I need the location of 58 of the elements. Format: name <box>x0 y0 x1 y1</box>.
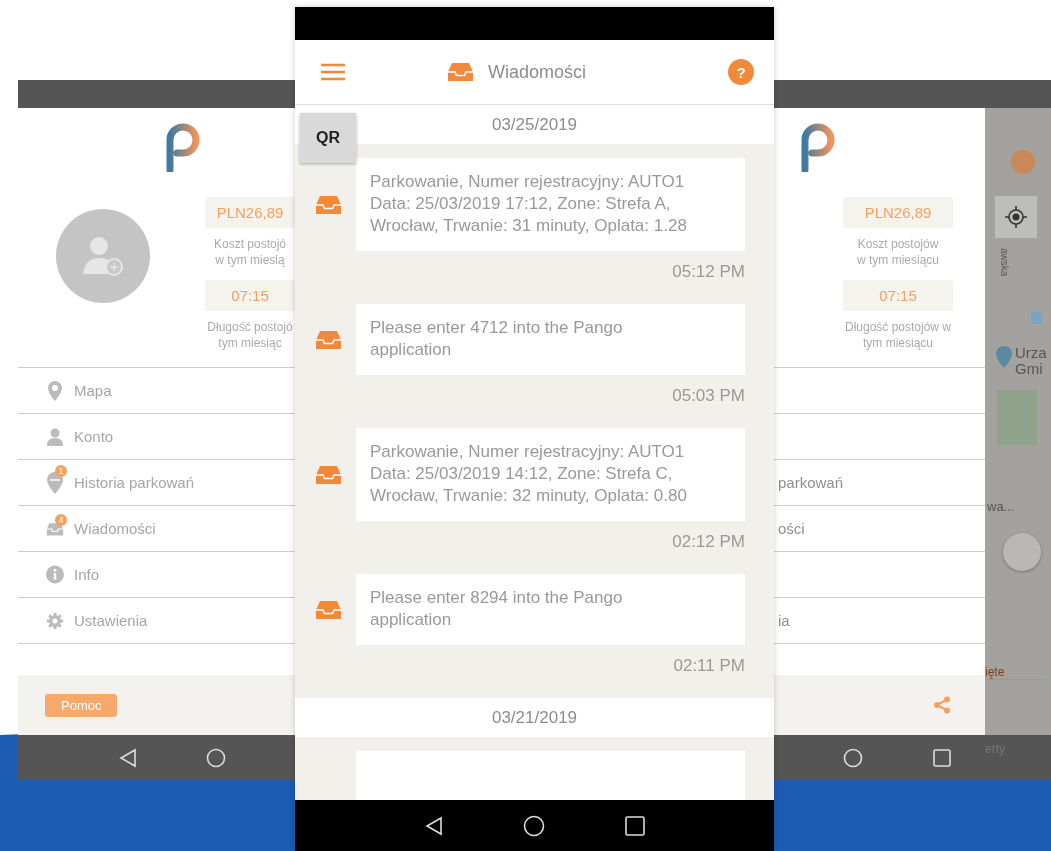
stat-value: 07:15 <box>843 280 953 311</box>
date-header: 03/21/2019 <box>491 707 578 728</box>
crosshair-icon <box>1005 206 1027 228</box>
pin-icon <box>46 470 64 495</box>
inbox-icon <box>315 329 342 350</box>
screen-title: Wiadomości <box>488 61 586 83</box>
logo-icon <box>800 122 836 172</box>
menu-item[interactable]: 1 Historia parkowań <box>18 460 295 506</box>
message-bubble[interactable]: Parkowanie, Numer rejestracyjny: AUTO1 Data: 25/03/2019 17:12, Zone: Strefa A, Wrocław, Trwanie: 31 minuty, Oplata: 1.28 <box>356 158 745 251</box>
inbox-icon <box>315 464 342 485</box>
menu-item[interactable]: 4 Wiadomości <box>18 506 295 552</box>
recents-icon[interactable] <box>624 815 645 836</box>
settings-icon <box>46 610 64 631</box>
stat-value: 07:15 <box>205 280 295 311</box>
message-time: 05:12 PM <box>671 262 745 282</box>
count-badge: 4 <box>55 513 67 526</box>
help-button[interactable]: ? <box>728 59 754 85</box>
qr-button[interactable]: QR <box>300 113 356 163</box>
stat-label: Koszt postojó w tym miesią <box>212 236 287 268</box>
message-time: 05:03 PM <box>671 386 745 406</box>
menu-item[interactable]: Info <box>18 552 295 598</box>
inbox-icon <box>315 194 342 215</box>
add-user-icon <box>81 234 125 278</box>
menu-item[interactable]: ości <box>778 520 805 537</box>
menu-item[interactable]: Konto <box>18 414 295 460</box>
stat-label: Długość postojó tym miesiąc <box>206 319 294 351</box>
place-label: Urza Gmi <box>1015 345 1047 377</box>
home-icon[interactable] <box>522 814 545 837</box>
message-time: 02:11 PM <box>672 656 745 676</box>
street-label: awska <box>999 248 1010 277</box>
menu-item[interactable]: parkowań <box>778 474 844 491</box>
stat-label: Koszt postojów w tym miesiącu <box>856 236 940 268</box>
bus-icon <box>1031 312 1042 324</box>
person-icon <box>46 427 64 446</box>
message-bubble[interactable]: Please enter 4712 into the Pango application <box>356 304 745 375</box>
date-header: 03/25/2019 <box>491 114 578 135</box>
place-pin-icon <box>995 345 1013 369</box>
menu-item[interactable]: ia <box>778 612 790 629</box>
inbox-icon <box>447 62 474 82</box>
menu-item[interactable]: Ustawienia <box>18 598 295 644</box>
locate-button[interactable] <box>995 196 1037 238</box>
logo-icon <box>165 122 201 172</box>
recents-icon[interactable] <box>933 748 951 767</box>
back-icon[interactable] <box>424 815 443 836</box>
message-bubble[interactable]: Parkowanie, Numer rejestracyjny: AUTO1 Data: 25/03/2019 14:12, Zone: Strefa C, Wrocław, Trwanie: 32 minuty, Oplata: 0.80 <box>356 428 745 521</box>
count-badge: 1 <box>55 464 67 477</box>
pin-icon <box>47 379 63 402</box>
info-icon <box>46 565 64 584</box>
menu-item[interactable]: Mapa <box>18 368 295 414</box>
stat-value: PLN26,89 <box>843 197 953 228</box>
message-time: 02:12 PM <box>671 532 745 552</box>
tab-label[interactable]: ięte <box>985 665 1045 680</box>
help-button[interactable]: Pomoc <box>45 693 118 717</box>
message-bubble[interactable]: Please enter 8294 into the Pango application <box>356 574 745 645</box>
stat-label: Długość postojów w tym miesiącu <box>843 319 953 351</box>
stat-value: PLN26,89 <box>205 197 295 228</box>
road-label: wa... <box>987 499 1015 514</box>
inbox-icon <box>315 599 342 620</box>
